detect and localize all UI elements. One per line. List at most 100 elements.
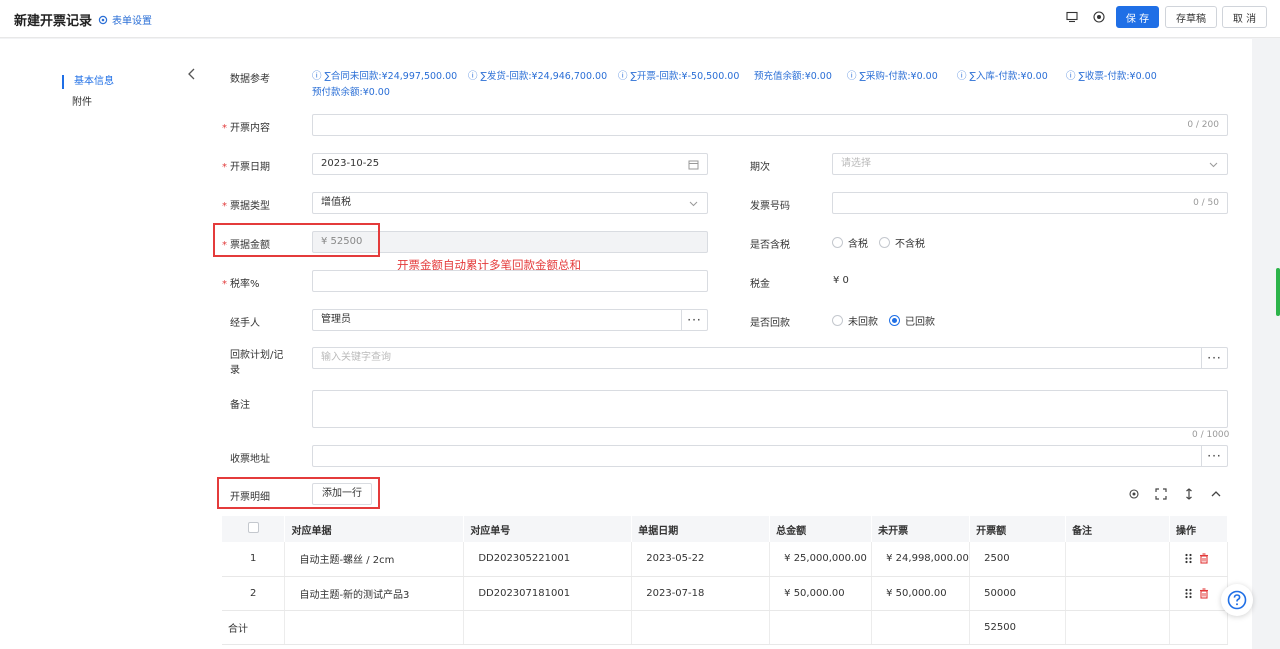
help-icon: ⓘ (957, 71, 970, 82)
ref-purchase-payment[interactable]: ⓘ ∑采购-付款:¥0.00 (847, 68, 938, 82)
cell-order-link[interactable]: DD202307181001 (463, 576, 633, 611)
ref-invoice-payment[interactable]: ⓘ ∑开票-回款:¥-50,500.00 (618, 68, 739, 82)
plan-search-input[interactable]: 输入关键字查询 ··· (312, 347, 1228, 369)
reference-label: 数据参考 (230, 74, 270, 85)
ref-shipment-payment[interactable]: ⓘ ∑发货-回款:¥24,946,700.00 (468, 68, 607, 82)
help-button[interactable] (1221, 584, 1253, 616)
summary-amount: 52500 (969, 610, 1067, 645)
ref-receipt-payment[interactable]: ⓘ ∑收票-付款:¥0.00 (1066, 68, 1157, 82)
handler-label: 经手人 (230, 318, 260, 329)
delete-icon[interactable] (1199, 553, 1209, 564)
ref-advance-balance: 预付款余额:¥0.00 (312, 87, 390, 98)
handler-input[interactable]: 管理员 ··· (312, 309, 708, 331)
type-label: * 票据类型 (222, 201, 270, 212)
form-settings-label: 表单设置 (112, 16, 152, 27)
clipped-row (230, 39, 460, 43)
nav-item-basic-info[interactable]: 基本信息 (62, 75, 114, 89)
cell-amount[interactable]: 50000 (969, 576, 1067, 611)
address-input[interactable]: ··· (312, 445, 1228, 467)
plan-more-button[interactable]: ··· (1201, 348, 1227, 368)
cell-unbilled: ¥ 24,998,000.00 (871, 542, 971, 577)
table-header-row: 对应单据 对应单号 单据日期 总金额 未开票 开票额 备注 操作 (222, 516, 1229, 542)
save-button[interactable]: 保 存 (1116, 6, 1159, 28)
tax-included-label: 是否含税 (750, 240, 790, 251)
cell-remark[interactable] (1065, 542, 1170, 577)
content-counter: 0 / 200 (1187, 120, 1219, 130)
cell-total: ¥ 50,000.00 (769, 576, 873, 611)
drag-handle-icon[interactable] (1184, 588, 1193, 599)
chevron-down-icon (1209, 162, 1218, 168)
help-icon: ⓘ (468, 71, 481, 82)
cell-doc: 自动主题-螺丝 / 2cm (284, 542, 465, 577)
calendar-icon (688, 160, 699, 170)
period-placeholder: 请选择 (841, 158, 871, 169)
form-settings-link[interactable]: 表单设置 (98, 12, 152, 27)
question-icon (1227, 590, 1247, 610)
date-value: 2023-10-25 (321, 158, 380, 169)
column-header: 未开票 (871, 516, 971, 542)
column-header: 对应单号 (463, 516, 633, 542)
table-row: 1 自动主题-螺丝 / 2cm DD202305221001 2023-05-2… (222, 542, 1229, 577)
content-label: * 开票内容 (222, 123, 270, 134)
row-index: 1 (222, 542, 286, 577)
radio-circle (879, 237, 890, 248)
cell-ops (1169, 576, 1229, 611)
delete-icon[interactable] (1199, 587, 1209, 599)
table-row: 2 自动主题-新的测试产品3 DD202307181001 2023-07-18… (222, 576, 1229, 611)
drag-handle-icon[interactable] (1184, 553, 1193, 564)
radio-circle-checked (889, 315, 900, 326)
ref-stock-payment[interactable]: ⓘ ∑入库-付款:¥0.00 (957, 68, 1048, 82)
radio-circle (832, 315, 843, 326)
cell-order-link[interactable]: DD202305221001 (463, 542, 633, 577)
save-draft-button[interactable]: 存草稿 (1165, 6, 1217, 28)
nav-item-attachments[interactable]: 附件 (62, 96, 92, 110)
column-header: 开票额 (969, 516, 1067, 542)
date-picker[interactable]: 2023-10-25 (312, 153, 708, 175)
returned-label: 是否回款 (750, 318, 790, 329)
top-bar: 新建开票记录 表单设置 保 存 存草稿 取 消 (0, 0, 1280, 38)
cell-doc: 自动主题-新的测试产品3 (284, 576, 465, 611)
radio-not-returned[interactable]: 未回款 (832, 313, 878, 328)
row-index: 2 (222, 576, 286, 611)
collapse-chevron-icon[interactable] (186, 65, 198, 83)
monitor-icon[interactable] (1065, 10, 1079, 24)
page-title: 新建开票记录 (14, 14, 93, 29)
cell-unbilled: ¥ 50,000.00 (871, 576, 971, 611)
remark-counter: 0 / 1000 (1192, 430, 1230, 440)
row-height-icon[interactable] (1183, 488, 1195, 500)
radio-circle (832, 237, 843, 248)
record-icon[interactable] (1092, 10, 1106, 24)
help-icon: ⓘ (1066, 71, 1079, 82)
ref-contract-unpaid[interactable]: ⓘ ∑合同未回款:¥24,997,500.00 (312, 68, 457, 82)
column-header: 对应单据 (284, 516, 465, 542)
period-select[interactable]: 请选择 (832, 153, 1228, 175)
select-all-cell[interactable] (222, 516, 286, 542)
select-all-checkbox[interactable] (247, 522, 259, 533)
fullscreen-icon[interactable] (1155, 488, 1167, 500)
cell-amount[interactable]: 2500 (969, 542, 1067, 577)
radio-tax-included[interactable]: 含税 (832, 235, 868, 250)
content-input[interactable]: 0 / 200 (312, 114, 1228, 136)
plan-placeholder: 输入关键字查询 (321, 352, 391, 363)
summary-label: 合计 (222, 610, 286, 645)
chevron-up-icon[interactable] (1210, 488, 1222, 500)
tax-rate-label: * 税率% (222, 279, 260, 290)
tax-value: ¥ 0 (833, 275, 849, 286)
radio-tax-excluded[interactable]: 不含税 (879, 235, 925, 250)
invoice-no-input[interactable]: 0 / 50 (832, 192, 1228, 214)
cell-remark[interactable] (1065, 576, 1170, 611)
radio-returned[interactable]: 已回款 (889, 313, 935, 328)
remark-textarea[interactable] (312, 390, 1228, 428)
address-more-button[interactable]: ··· (1201, 446, 1227, 466)
date-label: * 开票日期 (222, 162, 270, 173)
tax-rate-input[interactable] (312, 270, 708, 292)
chevron-down-icon (689, 201, 698, 207)
scroll-indicator[interactable] (1276, 268, 1280, 316)
settings-icon[interactable] (1128, 488, 1140, 500)
help-icon: ⓘ (618, 71, 631, 82)
handler-more-button[interactable]: ··· (681, 310, 707, 330)
right-gutter (1252, 39, 1280, 649)
type-select[interactable]: 增值税 (312, 192, 708, 214)
cell-date: 2023-05-22 (631, 542, 771, 577)
cancel-button[interactable]: 取 消 (1222, 6, 1267, 28)
